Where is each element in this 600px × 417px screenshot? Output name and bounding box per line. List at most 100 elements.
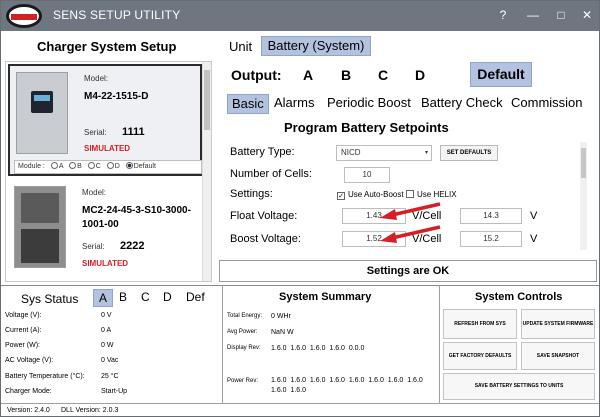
- display-rev-value: 1.6.0 1.6.0 1.6.0 1.6.0 0.0.0: [271, 345, 365, 352]
- status-label: Current (A):: [5, 327, 42, 334]
- output-label: Output:: [231, 67, 282, 83]
- status-value: 0 Vac: [101, 357, 119, 364]
- float-voltage-label: Float Voltage:: [230, 210, 298, 222]
- app-version: Version: 2.4.0: [7, 407, 50, 414]
- unit-label: Unit: [229, 39, 253, 54]
- module-radio-b[interactable]: [69, 162, 77, 169]
- module-radio-c[interactable]: [87, 162, 95, 169]
- battery-type-select[interactable]: NICD ▾: [336, 145, 432, 161]
- total-energy-label: Total Energy:: [227, 313, 263, 319]
- charger-serial: 2222: [120, 240, 145, 252]
- model-label: Model:: [82, 188, 107, 197]
- checkmark-icon: ✓: [337, 192, 345, 200]
- divider: [1, 285, 599, 286]
- help-icon[interactable]: ?: [495, 7, 511, 23]
- chevron-down-icon: ▾: [424, 150, 428, 156]
- power-rev-value: 1.6.0 1.6.0 1.6.0 1.6.0 1.6.0 1.6.0 1.6.…: [271, 377, 427, 394]
- module-radio-a[interactable]: [50, 162, 58, 169]
- boost-voltage-label: Boost Voltage:: [230, 233, 301, 245]
- maximize-icon[interactable]: □: [553, 7, 569, 23]
- save-snapshot-button[interactable]: SAVE SNAPSHOT: [521, 342, 595, 370]
- module-radio-default[interactable]: [125, 162, 133, 169]
- boost-total-unit: V: [530, 233, 538, 245]
- refresh-from-sys-button[interactable]: REFRESH FROM SYS: [443, 309, 517, 339]
- save-battery-settings-button[interactable]: SAVE BATTERY SETTINGS TO UNITS: [443, 373, 595, 400]
- sys-status-a-button[interactable]: A: [93, 289, 113, 307]
- tab-basic[interactable]: Basic: [227, 94, 269, 114]
- helix-checkbox[interactable]: Use HELIX: [406, 190, 457, 200]
- status-value: 25 °C: [101, 373, 119, 380]
- status-label: Power (W):: [5, 342, 40, 349]
- charger-card-2[interactable]: Model: MC2-24-45-3-S10-3000-1001-00 Seri…: [8, 180, 202, 281]
- float-arrow-icon: [380, 202, 441, 220]
- output-d-button[interactable]: D: [415, 67, 425, 83]
- set-defaults-button[interactable]: SET DEFAULTS: [440, 145, 498, 161]
- app-title: SENS SETUP UTILITY: [53, 8, 181, 22]
- app-window: SENS SETUP UTILITY ? — □ ✕ Charger Syste…: [0, 0, 600, 417]
- charger-model: M4-22-1515-D: [84, 91, 149, 102]
- sys-status-def-button[interactable]: Def: [186, 289, 205, 307]
- tab-battery-check[interactable]: Battery Check: [421, 94, 503, 114]
- output-b-button[interactable]: B: [341, 67, 351, 83]
- output-a-button[interactable]: A: [303, 67, 313, 83]
- setpoints-scrollbar[interactable]: [580, 142, 587, 250]
- cells-input[interactable]: 10: [344, 167, 390, 183]
- tab-alarms[interactable]: Alarms: [274, 94, 314, 114]
- settings-label: Settings:: [230, 188, 273, 200]
- settings-status-message: Settings are OK: [219, 260, 597, 282]
- output-default-button[interactable]: Default: [470, 62, 532, 87]
- status-label: Charger Mode:: [5, 388, 52, 395]
- boost-arrow-icon: [380, 225, 441, 243]
- charger-image: [14, 186, 66, 268]
- title-bar: SENS SETUP UTILITY ? — □ ✕: [1, 1, 599, 31]
- tab-periodic-boost[interactable]: Periodic Boost: [327, 94, 411, 114]
- module-radio-d[interactable]: [106, 162, 114, 169]
- status-value: Start-Up: [101, 388, 128, 395]
- system-controls-title: System Controls: [475, 291, 563, 303]
- charger-setup-title: Charger System Setup: [37, 39, 177, 54]
- display-rev-label: Display Rev:: [227, 345, 261, 351]
- unit-battery-system-button[interactable]: Battery (System): [261, 36, 371, 56]
- status-label: Battery Temperature (°C):: [5, 373, 85, 380]
- sys-status-title: Sys Status: [21, 292, 79, 306]
- sys-status-d-button[interactable]: D: [163, 289, 172, 307]
- output-c-button[interactable]: C: [378, 67, 388, 83]
- float-total-input[interactable]: 14.3: [460, 208, 522, 224]
- charger-card-1[interactable]: Model: M4-22-1515-D Serial: 1111 SIMULAT…: [8, 64, 202, 176]
- sys-status-b-button[interactable]: B: [119, 289, 127, 307]
- cells-label: Number of Cells:: [230, 168, 312, 180]
- charger-serial: 1111: [122, 126, 145, 138]
- tab-commission[interactable]: Commission: [511, 94, 583, 114]
- status-label: AC Voltage (V):: [5, 357, 54, 364]
- simulated-badge: SIMULATED: [82, 259, 129, 268]
- close-icon[interactable]: ✕: [579, 7, 595, 23]
- serial-label: Serial:: [82, 242, 105, 251]
- charger-list-scrollbar[interactable]: [202, 62, 211, 281]
- system-summary-title: System Summary: [279, 291, 372, 303]
- program-setpoints-title: Program Battery Setpoints: [284, 120, 449, 135]
- power-rev-label: Power Rev:: [227, 378, 259, 384]
- module-label: Module: [18, 163, 41, 170]
- update-firmware-button[interactable]: UPDATE SYSTEM FIRMWARE: [521, 309, 595, 339]
- model-label: Model:: [84, 74, 109, 83]
- float-total-unit: V: [530, 210, 538, 222]
- boost-total-input[interactable]: 15.2: [460, 231, 522, 247]
- module-selector: Module : A B C D Default: [14, 160, 202, 174]
- dll-version: DLL Version: 2.0.3: [61, 407, 119, 414]
- minimize-icon[interactable]: —: [525, 7, 541, 23]
- status-value: 0 A: [101, 327, 112, 334]
- divider: [222, 285, 223, 403]
- factory-defaults-button[interactable]: GET FACTORY DEFAULTS: [443, 342, 517, 370]
- status-value: 0 V: [101, 312, 112, 319]
- total-energy-value: 0 WHr: [271, 313, 291, 320]
- sys-status-c-button[interactable]: C: [141, 289, 150, 307]
- divider: [439, 285, 440, 403]
- charger-list: Model: M4-22-1515-D Serial: 1111 SIMULAT…: [5, 61, 212, 282]
- serial-label: Serial:: [84, 128, 107, 137]
- sens-logo-icon: [6, 4, 42, 28]
- status-value: 0 W: [101, 342, 114, 349]
- charger-image: [16, 72, 68, 154]
- avg-power-value: NaN W: [271, 329, 294, 336]
- auto-boost-checkbox[interactable]: ✓ Use Auto-Boost: [337, 190, 404, 200]
- charger-model: MC2-24-45-3-S10-3000-1001-00: [82, 205, 191, 230]
